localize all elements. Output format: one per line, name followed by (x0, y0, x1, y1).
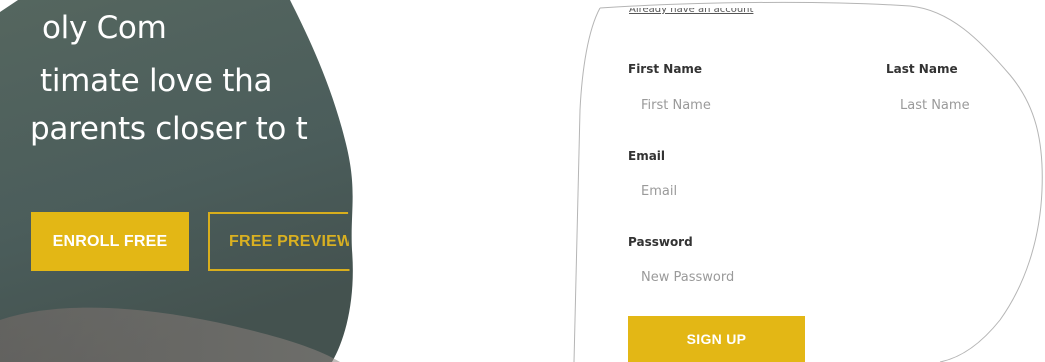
email-label: Email (628, 149, 666, 163)
password-label: Password (628, 235, 693, 249)
email-input[interactable] (629, 176, 1009, 206)
enroll-free-button[interactable]: ENROLL FREE (31, 212, 189, 271)
first-name-label: First Name (628, 62, 703, 76)
hero-heading-line-3: parents closer to t (30, 111, 308, 147)
first-name-input[interactable] (629, 90, 859, 120)
hero-heading-line-1: oly Com (42, 10, 167, 46)
hero-heading-line-2: timate love tha (40, 63, 273, 99)
last-name-input[interactable] (888, 90, 1038, 120)
last-name-label: Last Name (886, 62, 958, 76)
hero-section: oly Com timate love tha parents closer t… (0, 0, 380, 362)
sign-up-button[interactable]: SIGN UP (628, 316, 805, 362)
password-input[interactable] (629, 262, 1009, 292)
